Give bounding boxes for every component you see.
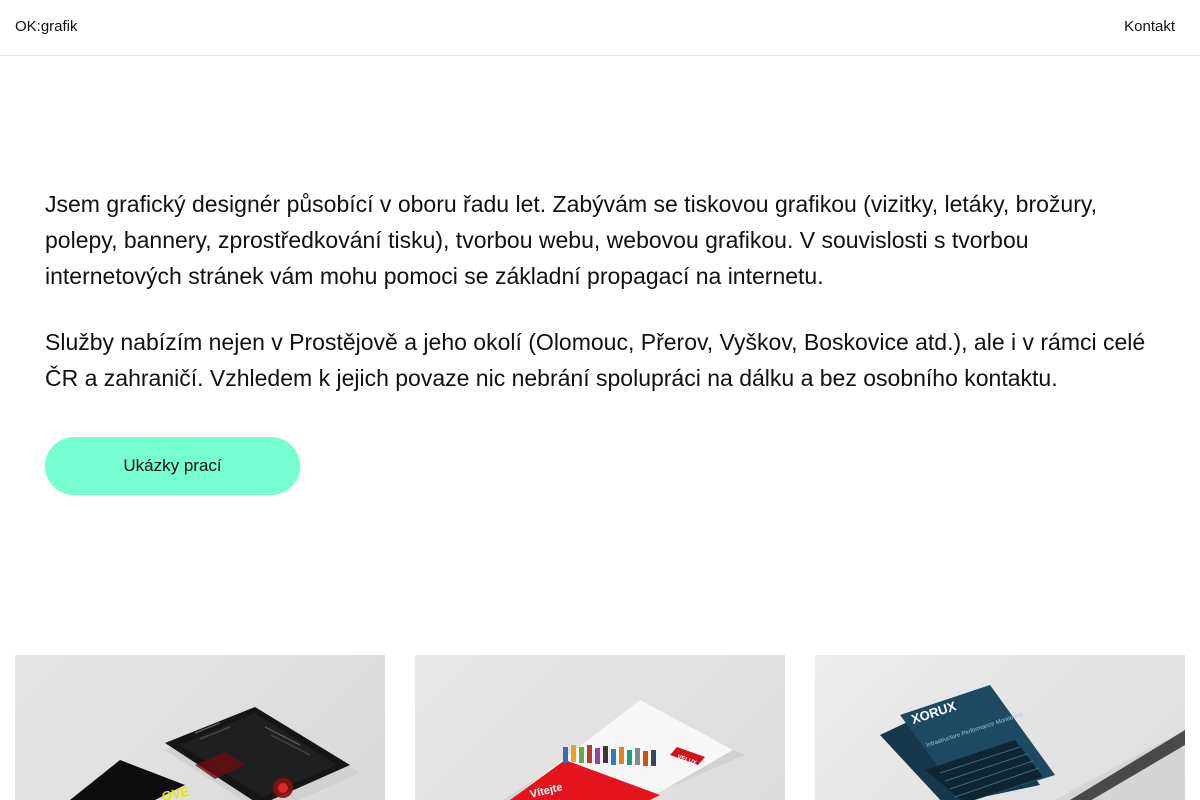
portfolio-button[interactable]: Ukázky prací bbox=[45, 437, 300, 495]
nav-link-contact[interactable]: Kontakt bbox=[1124, 18, 1175, 36]
site-logo[interactable]: OK:grafik bbox=[15, 18, 78, 36]
portfolio-card-xorux-leaflet[interactable]: XORUX Infrastructure Performance Monitor… bbox=[815, 655, 1185, 800]
xorux-leaflet-image: XORUX Infrastructure Performance Monitor… bbox=[880, 685, 1185, 800]
portfolio-card-velux-brochure[interactable]: VELUX Vítejte bbox=[415, 655, 785, 800]
services-paragraph: Služby nabízím nejen v Prostějově a jeho… bbox=[45, 329, 1146, 391]
top-bar: OK:grafik Kontakt bbox=[0, 0, 1200, 56]
intro-paragraph: Jsem grafický designér působící v oboru … bbox=[45, 191, 1098, 289]
velux-brochure-image: VELUX Vítejte bbox=[502, 700, 745, 800]
dark-brochure-image: OVE bbox=[70, 707, 360, 800]
portfolio-card-dark-brochure[interactable]: OVE bbox=[15, 655, 385, 800]
intro-section: Jsem grafický designér působící v oboru … bbox=[45, 186, 1165, 396]
